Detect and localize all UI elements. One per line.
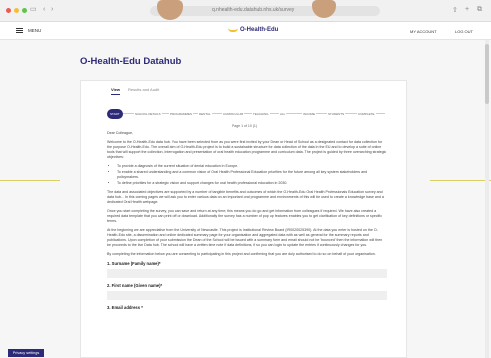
menu-label[interactable]: MENU [28,28,41,33]
greeting: Dear Colleague, [107,131,133,135]
decorative-line [430,180,491,181]
body-paragraph: At the beginning we are appreciative fro… [107,228,383,247]
step-school-details[interactable]: SCHOOL DETAILS [134,109,162,119]
step-teaching[interactable]: TEACHING [252,109,270,119]
maximize-window-button[interactable] [22,8,27,13]
survey-card: View Results and Audit START SCHOOL DETA… [80,80,407,358]
menu-icon[interactable] [16,28,23,33]
my-account-link[interactable]: MY ACCOUNT [410,29,437,34]
sidebar-icon[interactable]: ▭ [30,6,37,14]
privacy-settings-button[interactable]: Privacy settings [8,349,44,357]
scrollbar-thumb[interactable] [485,44,489,104]
step-complete[interactable]: COMPLETE [357,109,376,119]
step-students[interactable]: STUDENTS [327,109,346,119]
minimize-window-button[interactable] [14,8,19,13]
page-counter: Page 1 of 10 (1) [231,124,258,128]
consent-paragraph: By completing the information below you … [107,252,376,256]
step-income[interactable]: INCOME [302,109,316,119]
survey-content: Dear Colleague, Welcome to the O-Health-… [107,131,387,310]
tab-bar: View Results and Audit [111,87,159,95]
question-email-label: 3. Email address * [107,305,143,310]
page-body: O-Health-Edu Datahub View Results and Au… [0,40,491,358]
page-scrollbar[interactable] [485,40,489,358]
share-icon[interactable]: ⇧ [452,6,458,14]
logo-smile-icon [228,28,238,32]
close-window-button[interactable] [6,8,11,13]
address-bar-url: q.nhealth-edu.datahub.nhs.uk/survey [212,7,295,13]
question-firstname-label: 2. First name (Given name)* [107,283,163,288]
step-start[interactable]: START [107,109,123,119]
question-surname-label: 1. Surname (Family name)* [107,261,161,266]
tab-results-audit[interactable]: Results and Audit [128,87,159,95]
objectives-list: To provide a diagnosis of the current si… [117,164,387,186]
address-bar[interactable]: q.nhealth-edu.datahub.nhs.uk/survey [150,6,380,16]
logout-link[interactable]: LOG OUT [455,29,473,34]
progress-steps: START SCHOOL DETAILS PROGRAMMES DENTAL C… [107,109,385,119]
step-curriculum[interactable]: CURRICULUM [222,109,245,119]
intro-paragraph: Welcome to the O-Health-Edu data hub. Yo… [107,140,387,159]
tabs-overview-icon[interactable]: ⧉ [477,6,482,14]
decorative-line [0,180,60,181]
firstname-input[interactable] [107,291,387,300]
site-logo[interactable]: O-Health-Edu [228,27,278,33]
site-header: MENU O-Health-Edu MY ACCOUNT LOG OUT [0,22,491,40]
step-programmes[interactable]: PROGRAMMES [169,109,194,119]
body-paragraph: Once you start completing the survey, yo… [107,209,383,223]
list-item: To provide a diagnosis of the current si… [117,164,387,169]
list-item: To define priorities for a strategic vis… [117,181,387,186]
tab-view[interactable]: View [111,87,121,95]
step-dental[interactable]: DENTAL [198,109,212,119]
window-controls [6,8,27,13]
page-title: O-Health-Edu Datahub [80,56,182,67]
list-item: To enable a shared understanding and a c… [117,170,387,180]
forward-icon[interactable]: › [51,6,53,14]
surname-input[interactable] [107,269,387,278]
step-all[interactable]: ALL [279,109,287,119]
new-tab-icon[interactable]: + [465,6,469,13]
browser-toolbar: ▭ ‹ › q.nhealth-edu.datahub.nhs.uk/surve… [0,0,491,22]
back-icon[interactable]: ‹ [43,6,45,14]
body-paragraph: The data and associated objectives are s… [107,190,384,204]
logo-text: O-Health-Edu [240,27,279,33]
